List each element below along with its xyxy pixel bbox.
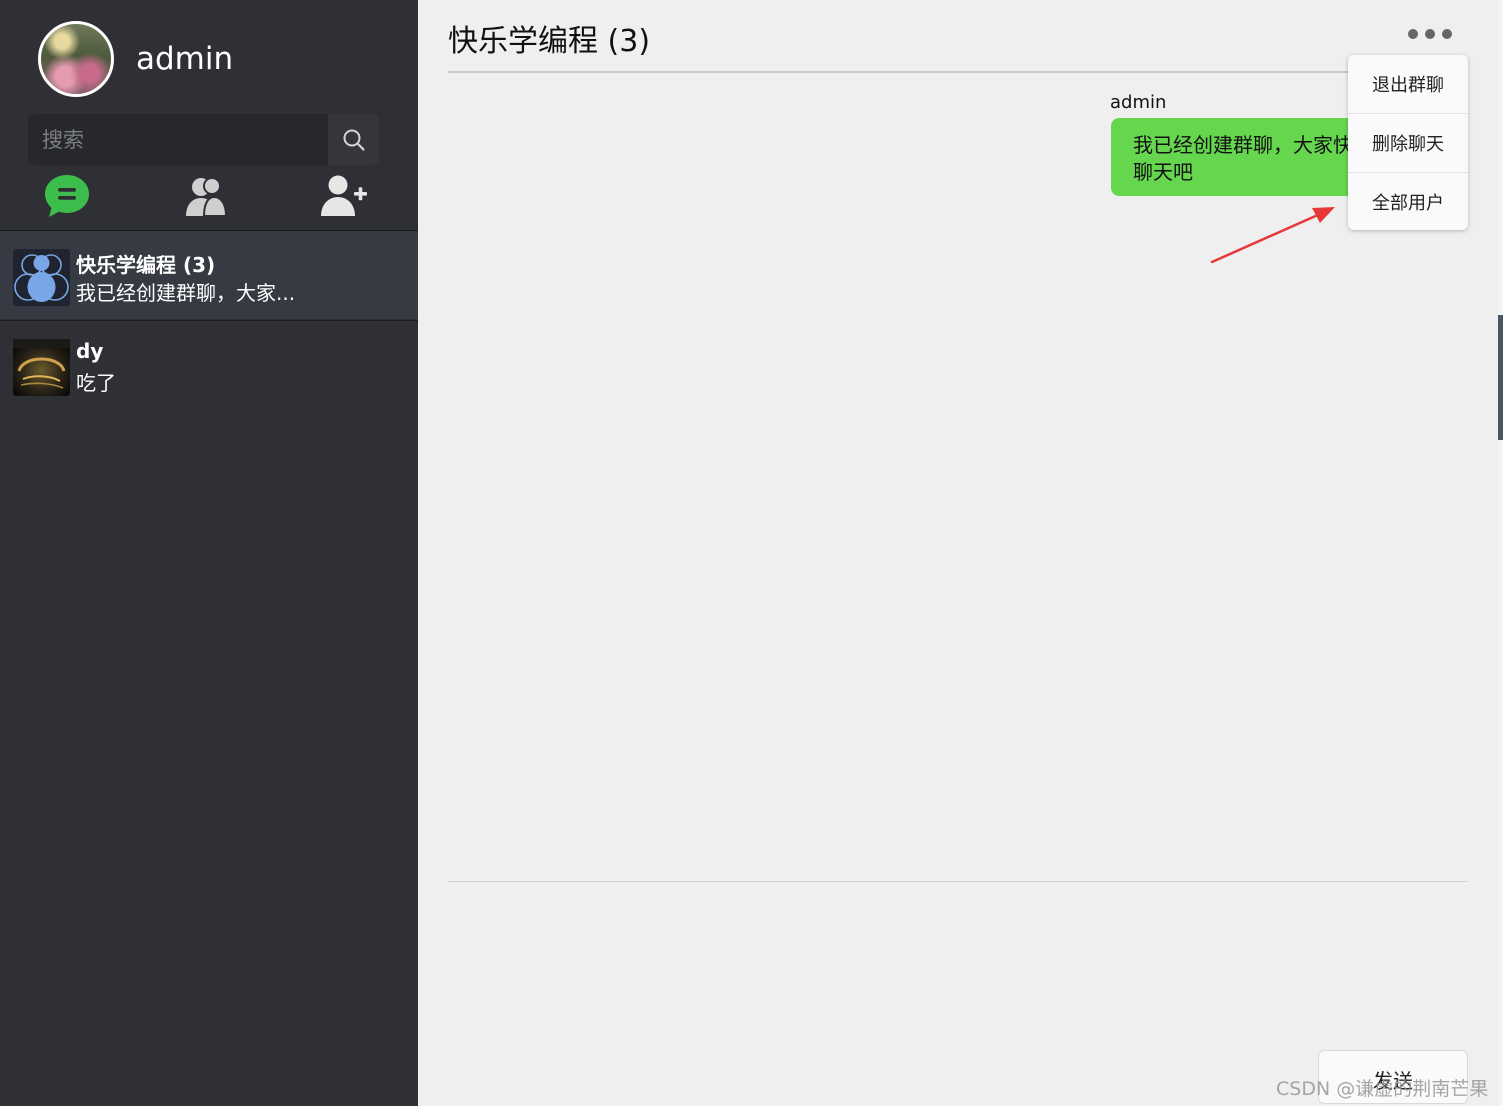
more-icon-dot xyxy=(1442,29,1452,39)
menu-item-all-users[interactable]: 全部用户 xyxy=(1348,173,1468,231)
contacts-icon xyxy=(186,177,228,217)
chat-options-menu: 退出群聊 删除聊天 全部用户 xyxy=(1348,55,1468,230)
nav-add-user[interactable] xyxy=(319,172,369,220)
dy-avatar xyxy=(13,339,70,396)
annotation-arrow-icon xyxy=(1210,207,1335,264)
session-item-group[interactable]: 快乐学编程 (3) 我已经创建群聊，大家... xyxy=(0,231,418,319)
title-divider xyxy=(448,71,1468,73)
menu-item-delete-chat[interactable]: 删除聊天 xyxy=(1348,114,1468,172)
more-icon-dot xyxy=(1425,29,1435,39)
sidebar: admin 搜索 快乐学编程 (3) 我已经创建群聊，大家... dy 吃了 xyxy=(0,0,418,1106)
sidebar-nav xyxy=(0,172,418,222)
session-name: 快乐学编程 (3) xyxy=(76,253,216,277)
more-options-button[interactable] xyxy=(1408,24,1452,44)
scrollbar-thumb[interactable] xyxy=(1498,315,1503,440)
message-author: admin xyxy=(1110,92,1167,113)
more-icon xyxy=(1408,29,1418,39)
search-icon xyxy=(343,129,365,151)
search-input[interactable] xyxy=(28,114,328,165)
nav-contacts[interactable] xyxy=(181,172,231,220)
session-name: dy xyxy=(76,339,104,363)
session-last-message: 我已经创建群聊，大家... xyxy=(76,281,296,305)
watermark: CSDN @谦虚的荆南芒果 xyxy=(1276,1078,1489,1100)
chat-panel: 快乐学编程 (3) admin 我已经创建群聊，大家快来聊天吧 退出群聊 删除聊… xyxy=(418,0,1498,1106)
chat-title: 快乐学编程 (3) xyxy=(448,24,651,59)
add-user-icon xyxy=(321,175,367,216)
user-avatar[interactable] xyxy=(38,21,114,97)
session-item-dy[interactable]: dy 吃了 xyxy=(0,321,418,409)
username: admin xyxy=(136,41,234,77)
chat-bubble-icon xyxy=(45,175,89,217)
search-box xyxy=(28,114,379,165)
message-input-divider xyxy=(448,881,1468,882)
search-button[interactable] xyxy=(328,114,379,165)
nav-chat[interactable] xyxy=(42,172,92,220)
right-edge xyxy=(1498,0,1503,1106)
group-avatar-icon xyxy=(13,249,70,306)
menu-item-leave-group[interactable]: 退出群聊 xyxy=(1348,55,1468,113)
session-last-message: 吃了 xyxy=(76,371,116,395)
profile-header: admin xyxy=(38,21,233,97)
